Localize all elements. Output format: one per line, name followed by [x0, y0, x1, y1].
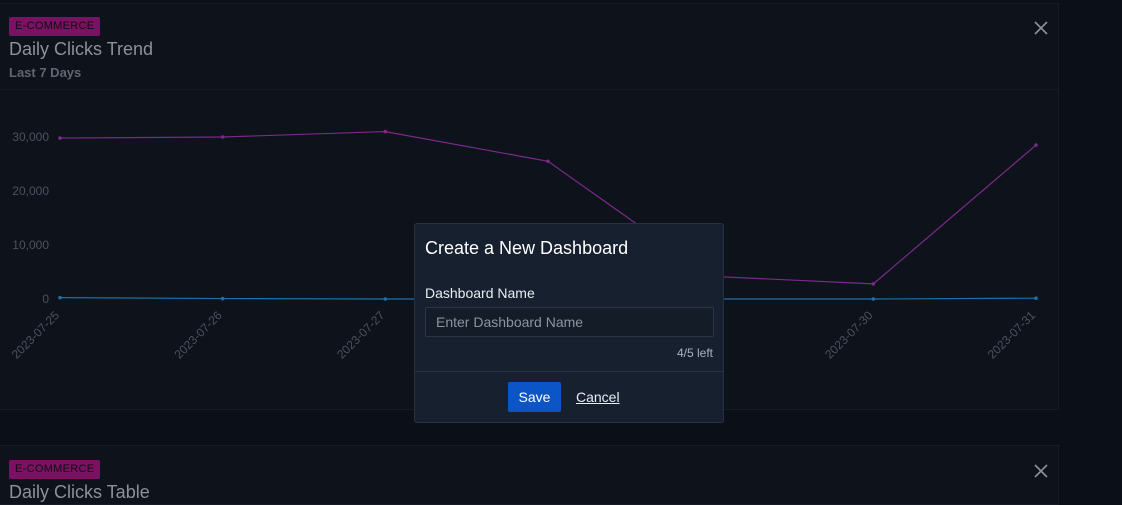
dashboard-name-input[interactable]	[425, 307, 714, 337]
x-tick-label: 2023-07-31	[985, 308, 1039, 362]
y-tick-label: 20,000	[12, 184, 49, 198]
x-tick-label: 2023-07-27	[334, 308, 388, 362]
create-dashboard-modal: Create a New Dashboard Dashboard Name 4/…	[414, 223, 724, 423]
modal-title: Create a New Dashboard	[425, 238, 629, 258]
dashboard-name-label: Dashboard Name	[425, 285, 535, 301]
data-point[interactable]	[383, 297, 388, 301]
data-point[interactable]	[871, 282, 876, 286]
data-point[interactable]	[220, 296, 225, 301]
y-tick-label: 30,000	[12, 130, 49, 144]
x-tick-label: 2023-07-25	[9, 308, 63, 362]
data-point[interactable]	[1034, 296, 1038, 300]
modal-footer-divider	[415, 371, 723, 372]
data-point[interactable]	[1034, 143, 1038, 147]
table-card: E-COMMERCE Daily Clicks Table	[0, 445, 1059, 505]
cancel-button[interactable]: Cancel	[576, 389, 620, 405]
data-point[interactable]	[546, 159, 550, 164]
x-tick-label: 2023-07-30	[822, 308, 876, 362]
close-icon[interactable]	[1034, 464, 1048, 478]
x-tick-label: 2023-07-26	[171, 308, 225, 362]
y-tick-label: 0	[42, 292, 49, 306]
character-counter: 4/5 left	[676, 346, 713, 360]
data-point[interactable]	[58, 295, 62, 300]
data-point[interactable]	[383, 129, 388, 134]
y-tick-label: 10,000	[12, 238, 49, 252]
data-point[interactable]	[58, 136, 62, 140]
data-point[interactable]	[220, 135, 225, 139]
data-point[interactable]	[871, 297, 876, 301]
category-tag: E-COMMERCE	[9, 460, 101, 479]
card-title: Daily Clicks Table	[9, 482, 150, 502]
save-button[interactable]: Save	[508, 382, 561, 412]
